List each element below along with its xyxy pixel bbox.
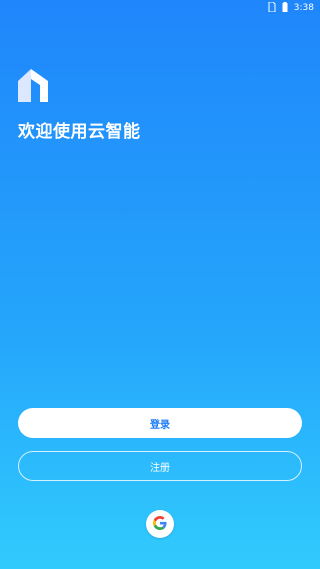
battery-icon (282, 1, 288, 15)
google-icon (153, 515, 167, 534)
app-logo-icon (18, 69, 48, 102)
status-bar: 3:38 (0, 0, 320, 16)
welcome-title: 欢迎使用云智能 (18, 122, 141, 142)
login-button[interactable]: 登录 (18, 408, 302, 438)
register-button-label: 注册 (150, 462, 170, 474)
welcome-screen: 3:38 欢迎使用云智能 登录 注册 (0, 0, 320, 569)
login-button-label: 登录 (150, 419, 170, 431)
status-time: 3:38 (293, 3, 314, 13)
register-button[interactable]: 注册 (18, 451, 302, 481)
sim-icon (268, 1, 276, 15)
google-signin-button[interactable] (146, 510, 174, 538)
